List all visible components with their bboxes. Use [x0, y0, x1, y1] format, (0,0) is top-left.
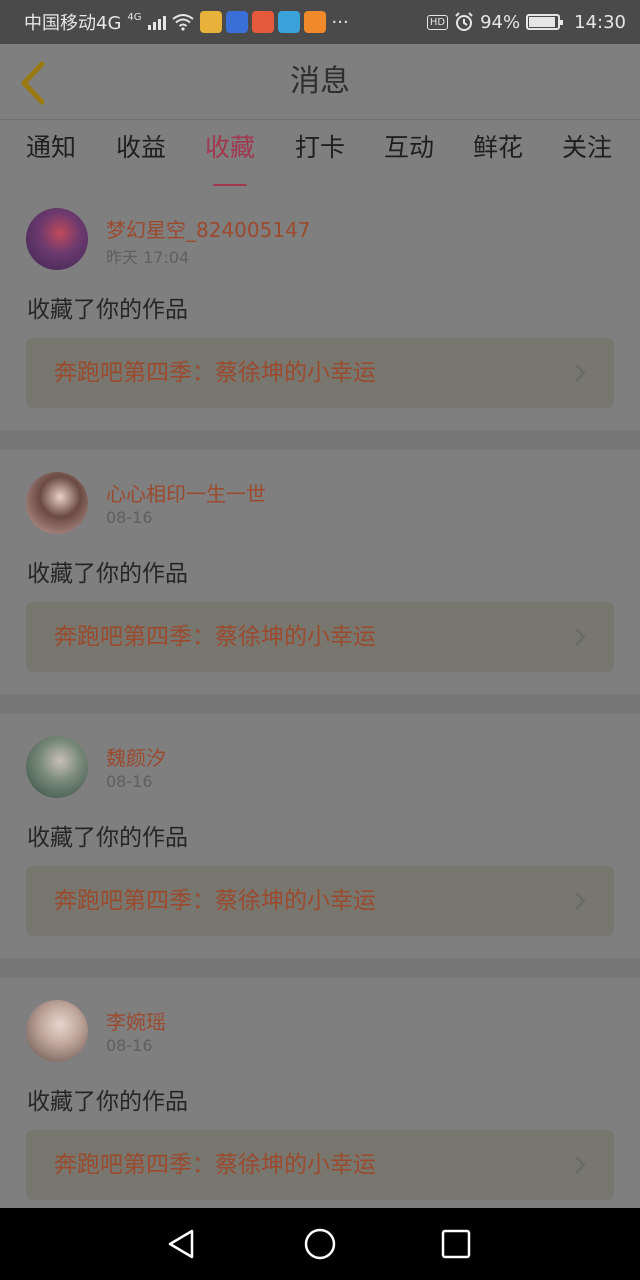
- user-name-link[interactable]: 心心相印一生一世: [106, 478, 266, 507]
- triangle-back-icon: [168, 1229, 194, 1259]
- message-timestamp: 昨天 17:04: [106, 248, 190, 267]
- tab-label: 鲜花: [472, 133, 523, 162]
- circle-home-icon: [304, 1228, 336, 1260]
- work-title: 奔跑吧第四季：蔡徐坤的小幸运: [54, 360, 376, 386]
- tab-checkin[interactable]: 打卡: [287, 132, 353, 176]
- system-nav-bar: [0, 1208, 640, 1280]
- message-card: 心心相印一生一世 08-16 收藏了你的作品 奔跑吧第四季：蔡徐坤的小幸运: [0, 450, 640, 694]
- work-title: 奔跑吧第四季：蔡徐坤的小幸运: [54, 1152, 376, 1178]
- signal-strength-icon: [147, 14, 166, 30]
- tab-label: 收益: [115, 133, 166, 162]
- chevron-right-icon: [575, 628, 586, 646]
- nav-recents-button[interactable]: [438, 1226, 474, 1262]
- user-name-link[interactable]: 魏颜汐: [106, 742, 166, 771]
- wifi-icon: [171, 14, 194, 31]
- battery-icon: [526, 14, 564, 30]
- divider: [0, 958, 640, 978]
- action-text: 收藏了你的作品: [27, 297, 188, 323]
- hd-call-icon: HD: [426, 14, 449, 30]
- chevron-right-icon: [575, 892, 586, 910]
- tab-bar: 通知 收益 收藏 打卡 互动 鲜花 关注: [0, 120, 640, 188]
- nav-home-button[interactable]: [302, 1226, 338, 1262]
- tab-label: 打卡: [294, 133, 345, 162]
- tab-following[interactable]: 关注: [554, 132, 620, 176]
- work-link-card[interactable]: 奔跑吧第四季：蔡徐坤的小幸运: [26, 1130, 614, 1200]
- tab-favorites[interactable]: 收藏: [197, 132, 263, 188]
- carrier-label: 中国移动4G: [24, 13, 122, 34]
- back-button[interactable]: [14, 58, 54, 108]
- battery-percent: 94%: [480, 11, 521, 33]
- browser-app-icon: [277, 11, 300, 33]
- message-card: 魏颜汐 08-16 收藏了你的作品 奔跑吧第四季：蔡徐坤的小幸运: [0, 714, 640, 958]
- tab-interactions[interactable]: 互动: [376, 132, 442, 176]
- nav-back-button[interactable]: [164, 1226, 200, 1262]
- message-timestamp: 08-16: [106, 772, 153, 791]
- uc-browser-icon: [303, 11, 326, 33]
- avatar[interactable]: [26, 736, 88, 798]
- work-link-card[interactable]: 奔跑吧第四季：蔡徐坤的小幸运: [26, 602, 614, 672]
- tab-label: 互动: [383, 133, 434, 162]
- alarm-clock-icon: [455, 12, 473, 31]
- network-badge: 4G: [127, 11, 142, 23]
- divider: [0, 430, 640, 450]
- message-card: 梦幻星空_824005147 昨天 17:04 收藏了你的作品 奔跑吧第四季：蔡…: [0, 186, 640, 430]
- page-title: 消息: [290, 64, 350, 99]
- divider: [0, 694, 640, 714]
- chevron-right-icon: [575, 1156, 586, 1174]
- user-name-link[interactable]: 李婉瑶: [106, 1006, 166, 1035]
- chevron-left-icon: [21, 61, 45, 105]
- work-title: 奔跑吧第四季：蔡徐坤的小幸运: [54, 624, 376, 650]
- clock-time: 14:30: [574, 11, 626, 33]
- tab-notifications[interactable]: 通知: [18, 132, 84, 176]
- chevron-right-icon: [575, 364, 586, 382]
- tab-flowers[interactable]: 鲜花: [465, 132, 531, 176]
- header-bar: 消息: [0, 44, 640, 120]
- news-app-icon: [251, 11, 274, 33]
- more-notifications-icon: ···: [331, 11, 349, 33]
- action-text: 收藏了你的作品: [27, 1089, 188, 1115]
- status-bar: 中国移动4G 4G ··· HD 94% 14:30: [0, 0, 640, 44]
- message-card: 李婉瑶 08-16 收藏了你的作品 奔跑吧第四季：蔡徐坤的小幸运: [0, 978, 640, 1222]
- tab-label: 通知: [25, 133, 76, 162]
- tab-label: 收藏: [204, 133, 255, 162]
- avatar[interactable]: [26, 1000, 88, 1062]
- message-timestamp: 08-16: [106, 1036, 153, 1055]
- tab-label: 关注: [561, 133, 612, 162]
- avatar[interactable]: [26, 208, 88, 270]
- notification-app-icon: [199, 11, 222, 33]
- baidu-icon: [225, 11, 248, 33]
- action-text: 收藏了你的作品: [27, 561, 188, 587]
- work-link-card[interactable]: 奔跑吧第四季：蔡徐坤的小幸运: [26, 338, 614, 408]
- square-recents-icon: [441, 1229, 471, 1259]
- work-link-card[interactable]: 奔跑吧第四季：蔡徐坤的小幸运: [26, 866, 614, 936]
- work-title: 奔跑吧第四季：蔡徐坤的小幸运: [54, 888, 376, 914]
- user-name-link[interactable]: 梦幻星空_824005147: [106, 214, 311, 243]
- action-text: 收藏了你的作品: [27, 825, 188, 851]
- tab-earnings[interactable]: 收益: [108, 132, 174, 176]
- avatar[interactable]: [26, 472, 88, 534]
- message-timestamp: 08-16: [106, 508, 153, 527]
